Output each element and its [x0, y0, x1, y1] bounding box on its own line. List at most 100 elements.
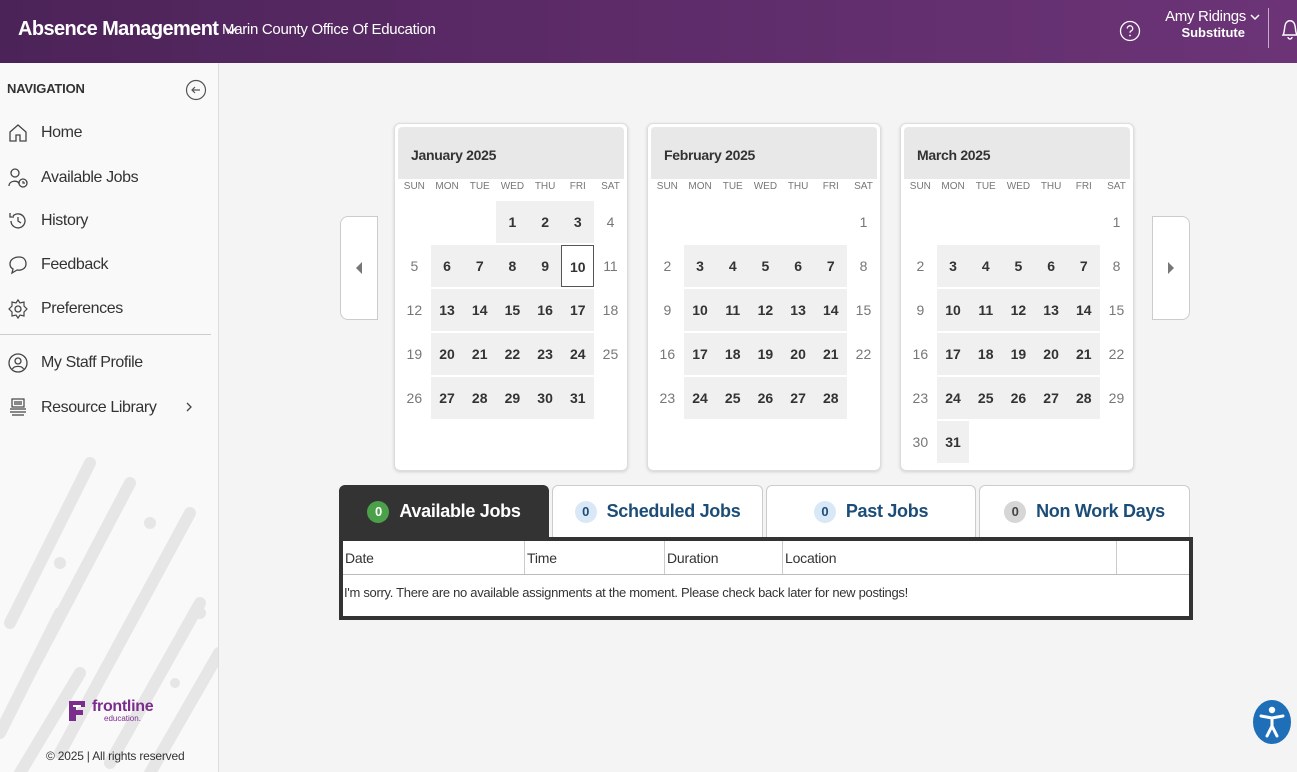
calendar-day[interactable]: 24 — [561, 333, 595, 375]
calendar-day[interactable]: 26 — [1002, 377, 1035, 419]
collapse-sidebar-icon[interactable] — [185, 79, 207, 101]
calendar-day[interactable]: 10 — [683, 289, 717, 331]
sidebar-item-history[interactable]: History — [7, 206, 207, 236]
calendar-day[interactable]: 6 — [430, 245, 464, 287]
calendar-day[interactable]: 21 — [463, 333, 497, 375]
calendar-day[interactable]: 3 — [683, 245, 717, 287]
calendar-day[interactable]: 26 — [398, 377, 431, 419]
bell-icon[interactable] — [1279, 16, 1297, 42]
next-month-button[interactable] — [1152, 216, 1190, 320]
tab-past-jobs[interactable]: 0 Past Jobs — [766, 485, 976, 537]
calendar-day[interactable]: 12 — [749, 289, 782, 331]
calendar-day[interactable]: 28 — [1067, 377, 1101, 419]
calendar-day[interactable]: 25 — [594, 333, 627, 375]
previous-month-button[interactable] — [340, 216, 378, 320]
calendar-day[interactable]: 7 — [1067, 245, 1101, 287]
calendar-day[interactable]: 24 — [683, 377, 717, 419]
calendar-day[interactable]: 19 — [1002, 333, 1035, 375]
calendar-day[interactable]: 31 — [936, 421, 970, 463]
calendar-day[interactable]: 14 — [1067, 289, 1101, 331]
calendar-day[interactable]: 22 — [847, 333, 880, 375]
calendar-day[interactable]: 10 — [936, 289, 970, 331]
calendar-day[interactable]: 27 — [1034, 377, 1068, 419]
tab-scheduled-jobs[interactable]: 0 Scheduled Jobs — [552, 485, 763, 537]
calendar-day[interactable]: 28 — [463, 377, 497, 419]
calendar-day[interactable]: 7 — [463, 245, 497, 287]
calendar-day[interactable]: 29 — [496, 377, 529, 419]
sidebar-item-available-jobs[interactable]: Available Jobs — [7, 163, 207, 193]
calendar-day[interactable]: 17 — [561, 289, 595, 331]
calendar-day[interactable]: 23 — [528, 333, 562, 375]
calendar-day[interactable]: 17 — [683, 333, 717, 375]
calendar-day[interactable]: 19 — [398, 333, 431, 375]
calendar-day[interactable]: 1 — [847, 201, 880, 243]
help-icon[interactable] — [1119, 20, 1141, 42]
calendar-day[interactable]: 6 — [1034, 245, 1068, 287]
accessibility-icon[interactable] — [1252, 699, 1292, 745]
calendar-day[interactable]: 2 — [651, 245, 684, 287]
tab-available-jobs[interactable]: 0 Available Jobs — [339, 485, 549, 537]
calendar-day[interactable]: 10 — [561, 245, 595, 287]
calendar-day[interactable]: 9 — [651, 289, 684, 331]
calendar-day[interactable]: 18 — [969, 333, 1003, 375]
calendar-day[interactable]: 15 — [1100, 289, 1133, 331]
calendar-day[interactable]: 13 — [430, 289, 464, 331]
calendar-day[interactable]: 12 — [1002, 289, 1035, 331]
calendar-day[interactable]: 19 — [749, 333, 782, 375]
calendar-day[interactable]: 20 — [1034, 333, 1068, 375]
calendar-day[interactable]: 16 — [528, 289, 562, 331]
calendar-day[interactable]: 24 — [936, 377, 970, 419]
calendar-day[interactable]: 1 — [496, 201, 529, 243]
calendar-day[interactable]: 5 — [1002, 245, 1035, 287]
calendar-day[interactable]: 29 — [1100, 377, 1133, 419]
calendar-day[interactable]: 23 — [651, 377, 684, 419]
calendar-day[interactable]: 25 — [716, 377, 750, 419]
tab-non-work-days[interactable]: 0 Non Work Days — [979, 485, 1190, 537]
calendar-day[interactable]: 27 — [781, 377, 815, 419]
calendar-day[interactable]: 5 — [749, 245, 782, 287]
calendar-day[interactable]: 5 — [398, 245, 431, 287]
calendar-day[interactable]: 22 — [496, 333, 529, 375]
calendar-day[interactable]: 18 — [716, 333, 750, 375]
calendar-day[interactable]: 11 — [969, 289, 1003, 331]
calendar-day[interactable]: 9 — [528, 245, 562, 287]
calendar-day[interactable]: 6 — [781, 245, 815, 287]
calendar-day[interactable]: 27 — [430, 377, 464, 419]
calendar-day[interactable]: 13 — [781, 289, 815, 331]
calendar-day[interactable]: 12 — [398, 289, 431, 331]
calendar-day[interactable]: 31 — [561, 377, 595, 419]
sidebar-item-my-staff-profile[interactable]: My Staff Profile — [7, 348, 207, 378]
calendar-day[interactable]: 18 — [594, 289, 627, 331]
sidebar-item-preferences[interactable]: Preferences — [7, 294, 207, 324]
sidebar-item-resource-library[interactable]: Resource Library — [7, 393, 207, 423]
column-header-location[interactable]: Location — [783, 541, 1117, 574]
column-header-date[interactable]: Date — [343, 541, 525, 574]
calendar-day[interactable]: 30 — [904, 421, 937, 463]
calendar-day[interactable]: 11 — [716, 289, 750, 331]
column-header-time[interactable]: Time — [525, 541, 665, 574]
calendar-day[interactable]: 20 — [781, 333, 815, 375]
calendar-day[interactable]: 21 — [814, 333, 848, 375]
calendar-day[interactable]: 2 — [904, 245, 937, 287]
calendar-day[interactable]: 8 — [847, 245, 880, 287]
app-switcher[interactable]: Absence Management — [18, 18, 238, 41]
calendar-day[interactable]: 16 — [904, 333, 937, 375]
calendar-day[interactable]: 2 — [528, 201, 562, 243]
column-header-duration[interactable]: Duration — [665, 541, 783, 574]
sidebar-item-home[interactable]: Home — [7, 118, 207, 148]
calendar-day[interactable]: 3 — [936, 245, 970, 287]
calendar-day[interactable]: 8 — [1100, 245, 1133, 287]
calendar-day[interactable]: 9 — [904, 289, 937, 331]
calendar-day[interactable]: 20 — [430, 333, 464, 375]
calendar-day[interactable]: 4 — [716, 245, 750, 287]
calendar-day[interactable]: 22 — [1100, 333, 1133, 375]
calendar-day[interactable]: 26 — [749, 377, 782, 419]
calendar-day[interactable]: 7 — [814, 245, 848, 287]
calendar-day[interactable]: 25 — [969, 377, 1003, 419]
calendar-day[interactable]: 13 — [1034, 289, 1068, 331]
calendar-day[interactable]: 15 — [847, 289, 880, 331]
sidebar-item-feedback[interactable]: Feedback — [7, 250, 207, 280]
calendar-day[interactable]: 11 — [594, 245, 627, 287]
calendar-day[interactable]: 3 — [561, 201, 595, 243]
calendar-day[interactable]: 23 — [904, 377, 937, 419]
